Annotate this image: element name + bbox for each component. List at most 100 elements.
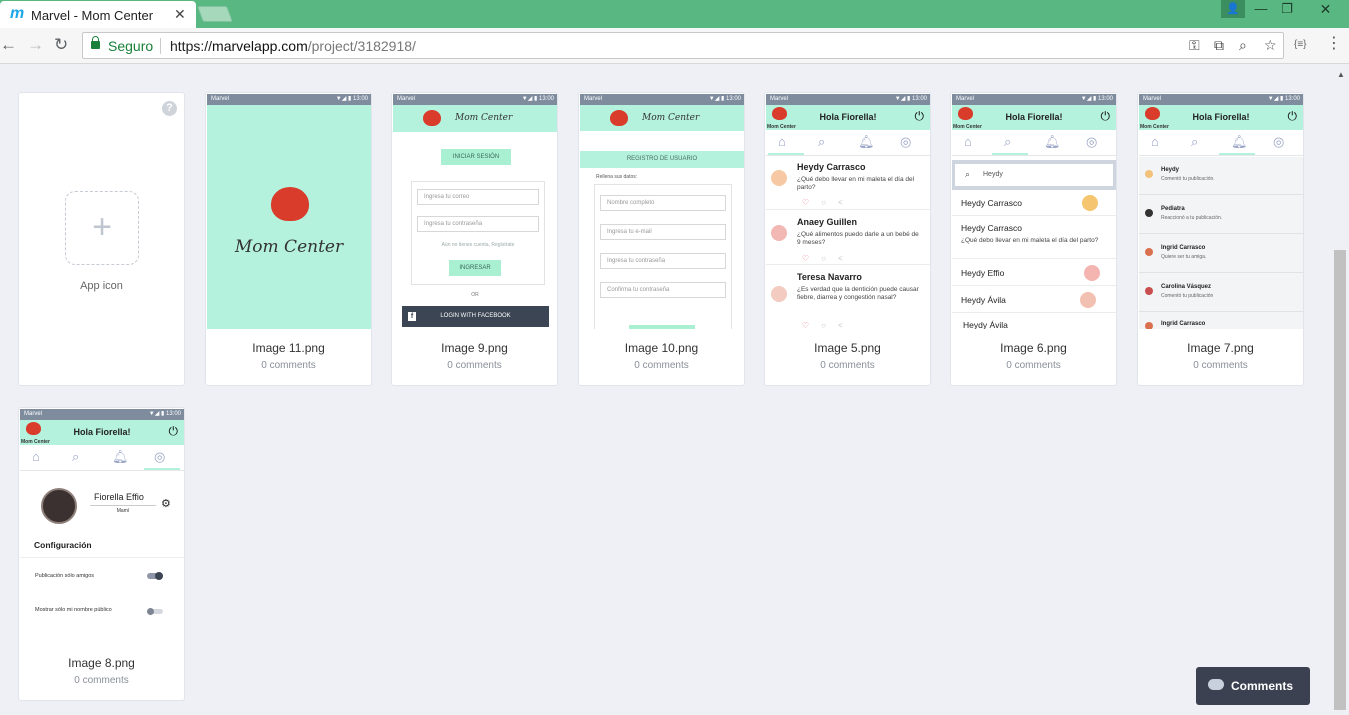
- screen-comments-count[interactable]: 0 comments: [579, 360, 744, 371]
- extension-icon[interactable]: {≡}: [1294, 39, 1307, 50]
- fullname-field[interactable]: Nombre completo: [600, 195, 726, 211]
- screen-name[interactable]: Image 10.png: [579, 341, 744, 355]
- home-icon[interactable]: ⌂: [778, 134, 786, 149]
- public-name-toggle[interactable]: [147, 608, 163, 615]
- email-field[interactable]: Ingresa tu e-mail: [600, 224, 726, 240]
- post-actions-icon[interactable]: ♡○<: [802, 321, 855, 329]
- search-input[interactable]: ⌕ Heydy: [955, 164, 1113, 186]
- screen-thumbnail[interactable]: Marvel ▼◢ ▮ 13:00 Mom Center REGISTRO DE…: [580, 94, 744, 329]
- screen-name[interactable]: Image 7.png: [1138, 341, 1303, 355]
- window-restore-button[interactable]: ❐: [1272, 1, 1302, 19]
- screen-comments-count[interactable]: 0 comments: [951, 360, 1116, 371]
- screen-thumbnail[interactable]: Marvel ▼◢ ▮ 13:00 Mom Center Hola Fiorel…: [20, 409, 184, 644]
- feed-post[interactable]: Teresa Navarro ¿Es verdad que la dentici…: [766, 266, 930, 329]
- power-icon[interactable]: ⏻: [169, 424, 179, 439]
- screen-name[interactable]: Image 9.png: [392, 341, 557, 355]
- screen-thumbnail[interactable]: Marvel ▼◢ ▮ 13:00 Mom Center: [207, 94, 371, 329]
- screen-card[interactable]: Marvel ▼◢ ▮ 13:00 Mom Center Hola Fiorel…: [950, 92, 1117, 386]
- register-link[interactable]: Aún no tienes cuenta, Regístrate: [412, 242, 544, 248]
- screen-comments-count[interactable]: 0 comments: [206, 360, 371, 371]
- screen-comments-count[interactable]: 0 comments: [19, 675, 184, 686]
- bell-icon[interactable]: 🔔︎: [1231, 134, 1248, 150]
- profile-avatar[interactable]: [41, 488, 77, 524]
- notification-item[interactable]: Ingrid Carrasco Quiere ser tu amiga.: [1139, 235, 1303, 273]
- translate-icon[interactable]: ⧉: [1214, 37, 1224, 54]
- gear-icon[interactable]: ⚙: [161, 497, 171, 510]
- profile-icon[interactable]: ◎: [1086, 134, 1097, 150]
- login-submit-button[interactable]: INGRESAR: [449, 260, 501, 276]
- password-field[interactable]: Ingresa tu contraseña: [417, 216, 539, 232]
- search-icon[interactable]: ⌕: [1004, 134, 1011, 150]
- scroll-up-arrow-icon[interactable]: ▲: [1337, 70, 1345, 79]
- feed-post[interactable]: Anaey Guillen ¿Qué alimentos puedo darle…: [766, 211, 930, 265]
- reload-icon[interactable]: ↻: [54, 36, 68, 54]
- search-result[interactable]: Heydy Carrasco: [952, 190, 1116, 216]
- home-icon[interactable]: ⌂: [1151, 134, 1159, 149]
- friends-only-toggle[interactable]: [147, 572, 163, 580]
- home-icon[interactable]: ⌂: [964, 134, 972, 149]
- screen-name[interactable]: Image 8.png: [19, 656, 184, 670]
- browser-tab[interactable]: m Marvel - Mom Center ✕: [0, 1, 196, 28]
- search-result[interactable]: Heydy Effio: [952, 260, 1116, 286]
- feed-post[interactable]: Heydy Carrasco ¿Qué debo llevar en mi ma…: [766, 156, 930, 210]
- search-icon[interactable]: ⌕: [1191, 134, 1198, 150]
- zoom-icon[interactable]: ⌕: [1239, 37, 1247, 54]
- email-field[interactable]: Ingresa tu correo: [417, 189, 539, 205]
- address-bar[interactable]: Seguro https://marvelapp.com/project/318…: [82, 32, 1284, 59]
- help-icon[interactable]: ?: [162, 101, 177, 116]
- bell-icon[interactable]: 🔔︎: [1044, 134, 1061, 150]
- search-result[interactable]: Heydy Carrasco ¿Qué debo llevar en mi ma…: [952, 217, 1116, 259]
- screen-thumbnail[interactable]: Marvel ▼◢ ▮ 13:00 Mom Center Hola Fiorel…: [766, 94, 930, 329]
- profile-icon[interactable]: ◎: [154, 449, 165, 465]
- screen-name[interactable]: Image 6.png: [951, 341, 1116, 355]
- menu-dots-icon[interactable]: ⋮: [1326, 36, 1342, 52]
- signin-tab-button[interactable]: INICIAR SESIÓN: [441, 149, 511, 165]
- power-icon[interactable]: ⏻: [1288, 109, 1298, 124]
- key-icon[interactable]: ⚿: [1189, 37, 1200, 54]
- screen-card[interactable]: Marvel ▼◢ ▮ 13:00 Mom Center Hola Fiorel…: [18, 407, 185, 701]
- power-icon[interactable]: ⏻: [1101, 109, 1111, 124]
- screen-card[interactable]: Marvel ▼◢ ▮ 13:00 Mom Center Image 11.pn…: [205, 92, 372, 386]
- notification-item[interactable]: Ingrid Carrasco: [1139, 313, 1303, 329]
- search-result[interactable]: Heydy Ávila: [952, 314, 1116, 329]
- power-icon[interactable]: ⏻: [915, 109, 925, 124]
- comments-button[interactable]: Comments: [1196, 667, 1310, 705]
- screen-card[interactable]: Marvel ▼◢ ▮ 13:00 Mom Center Hola Fiorel…: [764, 92, 931, 386]
- screen-comments-count[interactable]: 0 comments: [392, 360, 557, 371]
- screen-card[interactable]: Marvel ▼◢ ▮ 13:00 Mom Center INICIAR SES…: [391, 92, 558, 386]
- confirm-password-field[interactable]: Confirma tu contraseña: [600, 282, 726, 298]
- screen-thumbnail[interactable]: Marvel ▼◢ ▮ 13:00 Mom Center INICIAR SES…: [393, 94, 557, 329]
- search-result[interactable]: Heydy Ávila: [952, 287, 1116, 313]
- profile-icon[interactable]: ◎: [900, 134, 911, 150]
- screen-thumbnail[interactable]: Marvel ▼◢ ▮ 13:00 Mom Center Hola Fiorel…: [952, 94, 1116, 329]
- back-arrow-icon[interactable]: ←: [0, 36, 17, 54]
- screen-thumbnail[interactable]: Marvel ▼◢ ▮ 13:00 Mom Center Hola Fiorel…: [1139, 94, 1303, 329]
- bookmark-star-icon[interactable]: ☆: [1264, 37, 1277, 54]
- bell-icon[interactable]: 🔔︎: [858, 134, 875, 150]
- vertical-scrollbar-thumb[interactable]: [1334, 250, 1346, 710]
- notification-item[interactable]: Carolina Vásquez Comentó tu publicación: [1139, 274, 1303, 312]
- post-actions-icon[interactable]: ♡○<: [802, 254, 855, 263]
- screen-name[interactable]: Image 11.png: [206, 341, 371, 355]
- notification-item[interactable]: Pediatra Reaccionó a tu publicación.: [1139, 196, 1303, 234]
- screen-card[interactable]: Marvel ▼◢ ▮ 13:00 Mom Center Hola Fiorel…: [1137, 92, 1304, 386]
- new-tab-button[interactable]: [197, 6, 233, 22]
- add-app-icon-button[interactable]: +: [65, 191, 139, 265]
- notification-item[interactable]: Heydy Comentó tu publicación.: [1139, 157, 1303, 195]
- bell-icon[interactable]: 🔔︎: [112, 449, 129, 465]
- url-text[interactable]: https://marvelapp.com/project/3182918/: [170, 38, 416, 54]
- window-close-button[interactable]: ✕: [1302, 0, 1349, 20]
- screen-comments-count[interactable]: 0 comments: [765, 360, 930, 371]
- password-field[interactable]: Ingresa tu contraseña: [600, 253, 726, 269]
- profile-icon[interactable]: ◎: [1273, 134, 1284, 150]
- facebook-login-button[interactable]: f LOGIN WITH FACEBOOK: [402, 306, 549, 327]
- register-submit-button[interactable]: [629, 325, 695, 329]
- search-icon[interactable]: ⌕: [72, 449, 79, 465]
- screen-card[interactable]: Marvel ▼◢ ▮ 13:00 Mom Center REGISTRO DE…: [578, 92, 745, 386]
- screen-name[interactable]: Image 5.png: [765, 341, 930, 355]
- post-actions-icon[interactable]: ♡○<: [802, 198, 855, 207]
- screen-comments-count[interactable]: 0 comments: [1138, 360, 1303, 371]
- tab-close-icon[interactable]: ✕: [174, 6, 186, 23]
- search-icon[interactable]: ⌕: [818, 134, 825, 150]
- forward-arrow-icon[interactable]: →: [27, 36, 44, 54]
